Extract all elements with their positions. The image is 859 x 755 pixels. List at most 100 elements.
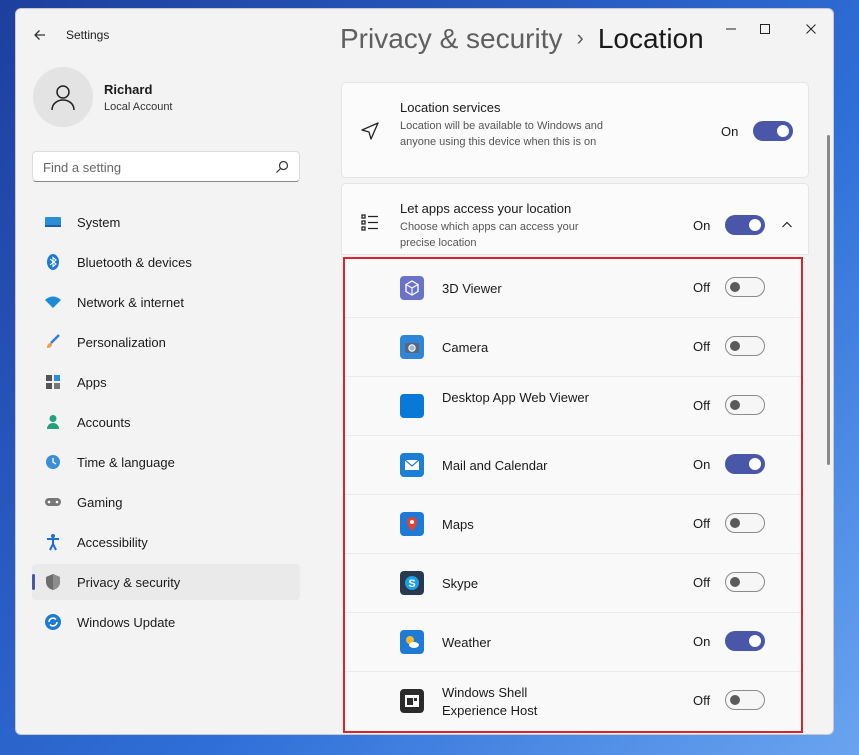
- sidebar-item-label: Personalization: [77, 334, 166, 350]
- svg-text:S: S: [408, 578, 415, 590]
- collapse-button[interactable]: [777, 215, 797, 235]
- person-icon: [51, 85, 75, 111]
- search-input[interactable]: [43, 158, 263, 176]
- sidebar-item-windows-update[interactable]: Windows Update: [32, 604, 300, 640]
- breadcrumb-parent[interactable]: Privacy & security: [340, 23, 563, 54]
- sidebar-item-label: Privacy & security: [77, 574, 181, 590]
- app-name: Skype: [442, 576, 479, 591]
- sidebar-item-label: Time & language: [77, 454, 175, 470]
- app-state: Off: [693, 575, 711, 590]
- sidebar-item-personalization[interactable]: Personalization: [32, 324, 300, 360]
- app-state: Off: [693, 516, 711, 531]
- app-row-maps: Maps Off: [345, 495, 801, 554]
- app-access-description: Choose which apps can access your precis…: [400, 221, 579, 249]
- shield-icon: [44, 573, 62, 591]
- sidebar-item-apps[interactable]: Apps: [32, 364, 300, 400]
- cube-icon: [400, 276, 424, 300]
- app-row-desktop-app-web-viewer: Desktop App Web Viewer Off: [345, 377, 801, 436]
- app-state: Off: [693, 280, 711, 295]
- skype-icon: S: [400, 571, 424, 595]
- web-viewer-icon: [400, 394, 424, 418]
- app-access-title: Let apps access your location: [400, 201, 572, 216]
- app-permission-list: 3D Viewer Off Camera Off Desktop App Web…: [343, 257, 803, 733]
- app-toggle-weather[interactable]: [725, 631, 765, 651]
- weather-icon: [400, 630, 424, 654]
- app-row-skype: S Skype Off: [345, 554, 801, 613]
- maximize-button[interactable]: [750, 17, 780, 41]
- app-access-card: Let apps access your location Choose whi…: [341, 183, 809, 255]
- app-toggle-camera[interactable]: [725, 336, 765, 356]
- sidebar-item-bluetooth[interactable]: Bluetooth & devices: [32, 244, 300, 280]
- app-toggle-skype[interactable]: [725, 572, 765, 592]
- app-name: Windows Shell Experience Host: [442, 685, 538, 718]
- avatar[interactable]: [33, 67, 93, 127]
- sidebar-item-accessibility[interactable]: Accessibility: [32, 524, 300, 560]
- account-type: Local Account: [104, 101, 173, 113]
- app-access-state: On: [693, 218, 711, 233]
- app-state: Off: [693, 339, 711, 354]
- settings-window: Settings Privacy & security › Location Ric…: [15, 8, 834, 735]
- navigation-arrow-icon: [359, 120, 381, 142]
- sidebar-nav: System Bluetooth & devices Network & int…: [32, 204, 300, 644]
- location-services-card: Location services Location will be avail…: [341, 82, 809, 178]
- sidebar-item-privacy-security[interactable]: Privacy & security: [32, 564, 300, 600]
- user-name: Richard: [104, 82, 153, 97]
- app-row-mail-calendar: Mail and Calendar On: [345, 436, 801, 495]
- bluetooth-icon: [44, 253, 62, 271]
- sidebar-item-label: Network & internet: [77, 294, 184, 310]
- sidebar-item-gaming[interactable]: Gaming: [32, 484, 300, 520]
- page-title: Location: [597, 23, 704, 54]
- accessibility-icon: [44, 533, 62, 551]
- update-icon: [44, 613, 62, 631]
- sidebar-item-system[interactable]: System: [32, 204, 300, 240]
- search-icon[interactable]: [275, 160, 289, 174]
- close-icon: [806, 24, 816, 34]
- sidebar-item-label: System: [77, 214, 121, 230]
- app-state: Off: [693, 693, 711, 708]
- sidebar-item-label: Apps: [77, 374, 107, 390]
- breadcrumb: Privacy & security › Location: [340, 23, 704, 55]
- mail-icon: [400, 453, 424, 477]
- app-row-weather: Weather On: [345, 613, 801, 672]
- app-toggle-maps[interactable]: [725, 513, 765, 533]
- app-toggle-mail-calendar[interactable]: [725, 454, 765, 474]
- app-toggle-windows-shell-experience-host[interactable]: [725, 690, 765, 710]
- back-button[interactable]: [30, 25, 50, 45]
- shell-host-icon: [400, 689, 424, 713]
- app-name: 3D Viewer: [442, 281, 502, 296]
- app-row-camera: Camera Off: [345, 318, 801, 377]
- sidebar-item-network[interactable]: Network & internet: [32, 284, 300, 320]
- clock-globe-icon: [44, 453, 62, 471]
- apps-grid-icon: [44, 373, 62, 391]
- person-icon: [44, 413, 62, 431]
- app-row-3d-viewer: 3D Viewer Off: [345, 259, 801, 318]
- app-state: On: [693, 634, 711, 649]
- map-pin-icon: [400, 512, 424, 536]
- sidebar-item-label: Accessibility: [77, 534, 148, 550]
- search-box[interactable]: [32, 151, 300, 182]
- sidebar-item-label: Accounts: [77, 414, 131, 430]
- breadcrumb-separator: ›: [576, 25, 584, 50]
- sidebar-item-time-language[interactable]: Time & language: [32, 444, 300, 480]
- app-state: On: [693, 457, 711, 472]
- sidebar-item-label: Bluetooth & devices: [77, 254, 192, 270]
- location-services-toggle[interactable]: [753, 121, 793, 141]
- app-toggle-3d-viewer[interactable]: [725, 277, 765, 297]
- app-title: Settings: [66, 28, 110, 42]
- minimize-button[interactable]: [716, 17, 746, 41]
- camera-icon: [400, 335, 424, 359]
- chevron-up-icon: [782, 221, 792, 228]
- maximize-icon: [760, 24, 770, 34]
- minimize-icon: [726, 28, 736, 30]
- scrollbar[interactable]: [827, 135, 830, 465]
- back-arrow-icon: [34, 30, 45, 40]
- app-name: Camera: [442, 340, 489, 355]
- app-name: Desktop App Web Viewer: [442, 390, 589, 405]
- location-services-description: Location will be available to Windows an…: [400, 120, 604, 148]
- close-button[interactable]: [796, 17, 826, 41]
- app-toggle-desktop-app-web-viewer[interactable]: [725, 395, 765, 415]
- sidebar-item-accounts[interactable]: Accounts: [32, 404, 300, 440]
- location-services-title: Location services: [400, 100, 501, 115]
- app-access-toggle[interactable]: [725, 215, 765, 235]
- app-name: Maps: [442, 517, 474, 532]
